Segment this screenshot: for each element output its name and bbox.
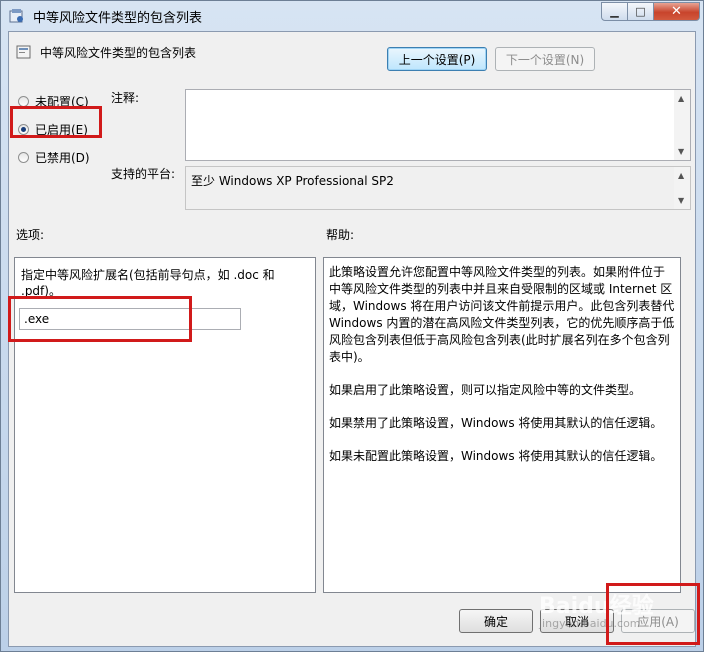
next-setting-button[interactable]: 下一个设置(N) [495, 47, 595, 71]
scroll-down-icon: ▼ [678, 147, 685, 156]
setting-heading: 中等风险文件类型的包含列表 [40, 46, 197, 60]
platform-label: 支持的平台: [111, 167, 176, 181]
help-paragraph: 此策略设置允许您配置中等风险文件类型的列表。如果附件位于中等风险文件类型的列表中… [329, 265, 675, 364]
options-description: 指定中等风险扩展名(包括前导句点，如 .doc 和 .pdf)。 [21, 268, 275, 298]
policy-icon [9, 9, 23, 23]
previous-setting-button[interactable]: 上一个设置(P) [387, 47, 487, 71]
scroll-down-icon: ▼ [678, 196, 685, 205]
minimize-button[interactable]: ▁ [601, 2, 628, 21]
help-paragraph: 如果启用了此策略设置，则可以指定风险中等的文件类型。 [329, 383, 642, 397]
help-label: 帮助: [326, 228, 355, 242]
comment-scrollbar[interactable]: ▲ ▼ [674, 90, 690, 160]
comment-label: 注释: [111, 91, 140, 105]
radio-disabled[interactable]: 已禁用(D) [18, 149, 90, 166]
radio-dot-icon [18, 152, 29, 163]
maximize-button[interactable]: □ [627, 2, 654, 21]
maximize-icon: □ [635, 5, 646, 18]
radio-label: 已禁用(D) [35, 151, 90, 165]
options-label: 选项: [16, 228, 45, 242]
highlight-apply-button [606, 583, 700, 645]
setting-icon [16, 45, 31, 59]
title-bar[interactable]: 中等风险文件类型的包含列表 ▁ □ ✕ [1, 1, 703, 31]
minimize-icon: ▁ [610, 5, 619, 18]
help-paragraph: 如果禁用了此策略设置，Windows 将使用其默认的信任逻辑。 [329, 416, 663, 430]
help-panel: 此策略设置允许您配置中等风险文件类型的列表。如果附件位于中等风险文件类型的列表中… [323, 257, 681, 593]
comment-field[interactable]: ▲ ▼ [185, 89, 691, 161]
close-icon: ✕ [671, 4, 682, 19]
window-title: 中等风险文件类型的包含列表 [33, 11, 203, 26]
platform-value: 至少 Windows XP Professional SP2 [191, 174, 394, 188]
highlight-extension-input [8, 296, 192, 342]
highlight-enabled-radio [10, 106, 102, 138]
scroll-up-icon: ▲ [678, 94, 685, 103]
platform-field: 至少 Windows XP Professional SP2 ▲ ▼ [185, 166, 691, 210]
ok-button[interactable]: 确定 [459, 609, 533, 633]
help-paragraph: 如果未配置此策略设置，Windows 将使用其默认的信任逻辑。 [329, 449, 663, 463]
platform-scrollbar[interactable]: ▲ ▼ [674, 167, 690, 209]
close-button[interactable]: ✕ [653, 2, 700, 21]
scroll-up-icon: ▲ [678, 171, 685, 180]
